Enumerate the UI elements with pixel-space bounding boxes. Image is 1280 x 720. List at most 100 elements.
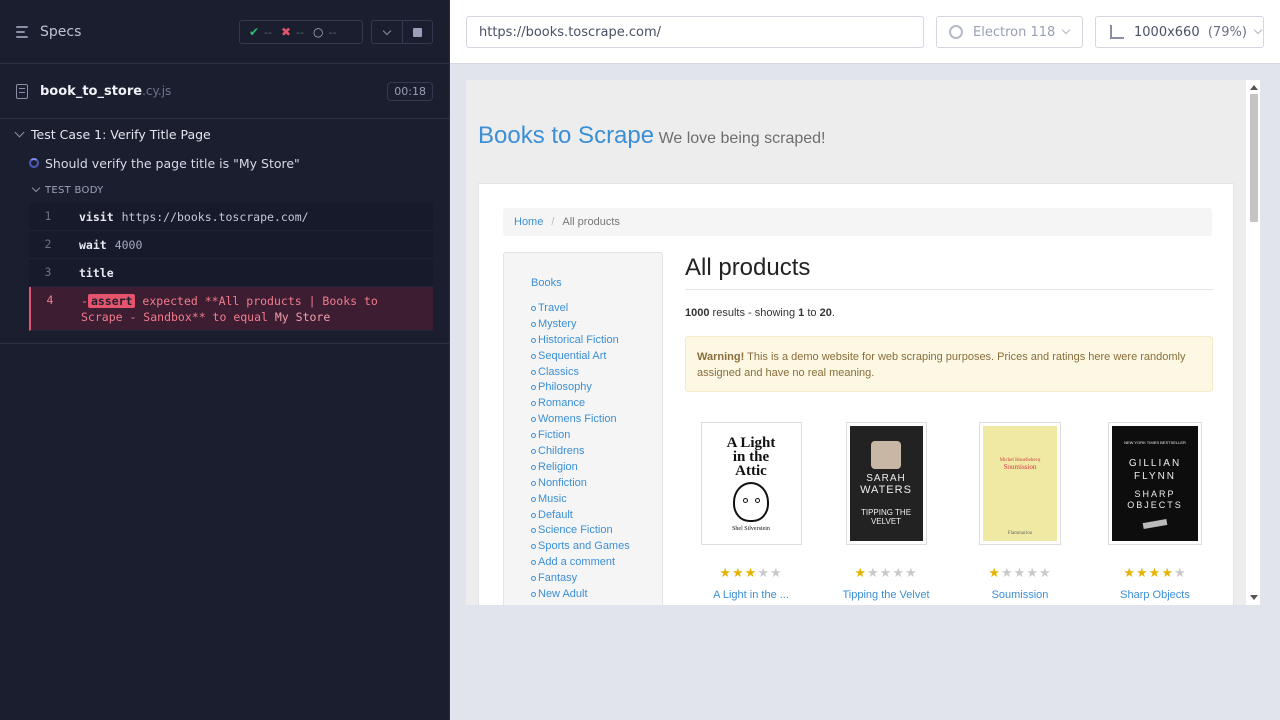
star-icon: ★ xyxy=(1161,565,1174,580)
url-bar[interactable]: https://books.toscrape.com/ xyxy=(466,16,924,48)
category-link[interactable]: Historical Fiction xyxy=(531,333,630,349)
electron-icon xyxy=(949,25,963,39)
specs-menu-icon[interactable] xyxy=(16,25,32,38)
passed-stat: ✔ -- xyxy=(249,25,273,39)
page-scrollbar[interactable] xyxy=(1246,80,1260,605)
command-name: title xyxy=(79,266,114,280)
assert-message: expected **All products | Books to xyxy=(142,294,378,308)
scrollbar-thumb[interactable] xyxy=(1250,94,1258,222)
stop-button[interactable] xyxy=(403,21,433,43)
command-log: 1 visit https://books.toscrape.com/ 2 wai… xyxy=(29,203,433,331)
product-card: A Light in the Attic Shel Silverstein ★★… xyxy=(691,422,811,601)
test-row[interactable]: Should verify the page title is "My Stor… xyxy=(0,149,449,177)
star-icon: ★ xyxy=(1013,565,1027,580)
scroll-up-arrow-icon[interactable] xyxy=(1250,85,1258,90)
suite-title: Test Case 1: Verify Title Page xyxy=(31,126,211,142)
specs-title[interactable]: Specs xyxy=(40,24,81,40)
document-icon xyxy=(16,83,28,99)
category-link[interactable]: Add a comment xyxy=(531,555,630,571)
scroll-down-arrow-icon[interactable] xyxy=(1250,595,1258,600)
command-row[interactable]: 2 wait 4000 xyxy=(29,231,433,259)
category-link[interactable]: Mystery xyxy=(531,317,630,333)
page-title: All products xyxy=(685,252,1213,290)
book-cover-image[interactable]: SARAH WATERS TIPPING THE VELVET xyxy=(845,422,927,545)
category-link[interactable]: Fiction xyxy=(531,428,630,444)
category-link[interactable]: Religion xyxy=(531,460,630,476)
spec-file-extension: .cy.js xyxy=(142,84,172,98)
product-title-link[interactable]: Soumission xyxy=(960,589,1080,601)
category-link[interactable]: Philosophy xyxy=(531,380,630,396)
ruler-icon xyxy=(1110,25,1124,39)
product-title-link[interactable]: Tipping the Velvet xyxy=(826,589,946,601)
category-link[interactable]: Science Fiction xyxy=(531,523,630,539)
site-tagline: We love being scraped! xyxy=(658,130,826,147)
star-rating: ★★★★★ xyxy=(960,565,1080,581)
reporter-panel: Specs ✔ -- ✖ -- ○ -- book_to_store .cy.j… xyxy=(0,0,450,720)
star-icon: ★ xyxy=(867,565,880,580)
star-icon: ★ xyxy=(854,565,868,580)
product-card: SARAH WATERS TIPPING THE VELVET ★★★★★ Ti… xyxy=(826,422,946,601)
book-cover-image[interactable]: A Light in the Attic Shel Silverstein xyxy=(700,422,802,545)
warning-alert: Warning! This is a demo website for web … xyxy=(685,336,1213,392)
spec-file-name: book_to_store xyxy=(40,83,143,99)
category-sidebar: Books Travel Mystery Historical Fiction Seq… xyxy=(503,252,663,605)
category-link[interactable]: Sequential Art xyxy=(531,349,630,365)
browser-selector[interactable]: Electron 118 xyxy=(936,16,1083,48)
star-icon: ★ xyxy=(1038,565,1052,580)
breadcrumb: Home / All products xyxy=(503,208,1212,236)
collapse-chevron-button[interactable] xyxy=(372,21,403,43)
product-card: Michel Houellebecq Soumission Flammarion… xyxy=(960,422,1080,601)
test-body-toggle[interactable]: TEST BODY xyxy=(0,177,449,203)
product-card: NEW YORK TIMES BESTSELLER GILLIAN FLYNN … xyxy=(1095,422,1215,601)
spec-file-row[interactable]: book_to_store .cy.js 00:18 xyxy=(0,64,449,119)
viewport-selector[interactable]: 1000x660 (79%) xyxy=(1095,16,1264,48)
category-link[interactable]: Nonfiction xyxy=(531,476,630,492)
category-link[interactable]: Sports and Games xyxy=(531,539,630,555)
category-link[interactable]: Young Adult xyxy=(538,603,630,605)
suite-row[interactable]: Test Case 1: Verify Title Page xyxy=(0,119,449,149)
category-link[interactable]: Default xyxy=(531,508,630,524)
runner-panel: https://books.toscrape.com/ Electron 118… xyxy=(450,0,1280,720)
category-link[interactable]: Childrens xyxy=(531,444,630,460)
book-cover-image[interactable]: NEW YORK TIMES BESTSELLER GILLIAN FLYNN … xyxy=(1108,422,1202,545)
star-rating: ★★★★★ xyxy=(691,565,811,581)
star-icon: ★ xyxy=(892,565,905,580)
category-link[interactable]: New Adult xyxy=(531,587,630,603)
command-row[interactable]: 1 visit https://books.toscrape.com/ xyxy=(29,203,433,231)
failed-assert-row[interactable]: 4 - assert expected **All products | Book… xyxy=(29,287,433,331)
chevron-down-icon xyxy=(382,26,391,35)
stop-icon xyxy=(412,27,422,37)
category-link[interactable]: Fantasy xyxy=(531,571,630,587)
check-icon: ✔ xyxy=(249,25,260,39)
reporter-header: Specs ✔ -- ✖ -- ○ -- xyxy=(0,0,449,64)
breadcrumb-home-link[interactable]: Home xyxy=(514,216,543,228)
product-title-link[interactable]: A Light in the ... xyxy=(691,589,811,601)
site-header: Books to Scrape We love being scraped! xyxy=(478,122,825,150)
run-controls xyxy=(371,20,433,44)
running-spinner-icon xyxy=(29,158,39,168)
star-icon: ★ xyxy=(1148,565,1162,580)
star-icon: ★ xyxy=(1123,565,1137,580)
test-stats: ✔ -- ✖ -- ○ -- xyxy=(239,20,363,44)
command-name: visit xyxy=(79,210,114,224)
product-title-link[interactable]: Sharp Objects xyxy=(1095,589,1215,601)
command-row[interactable]: 3 title xyxy=(29,259,433,287)
category-link[interactable]: Music xyxy=(531,492,630,508)
star-icon: ★ xyxy=(757,565,770,580)
category-link[interactable]: Romance xyxy=(531,396,630,412)
test-title: Should verify the page title is "My Stor… xyxy=(45,155,300,171)
category-link[interactable]: Womens Fiction xyxy=(531,412,630,428)
category-link[interactable]: Classics xyxy=(531,365,630,381)
app-under-test-frame: Books to Scrape We love being scraped! H… xyxy=(466,80,1260,605)
category-link[interactable]: Travel xyxy=(531,301,630,317)
breadcrumb-current: All products xyxy=(562,216,620,228)
sidebar-books-link[interactable]: Books xyxy=(531,277,562,289)
book-cover-image[interactable]: Michel Houellebecq Soumission Flammarion xyxy=(979,422,1061,545)
site-brand-link[interactable]: Books to Scrape xyxy=(478,122,654,149)
page-container: Home / All products Books Travel Mystery H… xyxy=(478,183,1234,605)
command-name: wait xyxy=(79,238,107,252)
star-icon: ★ xyxy=(879,565,893,580)
razor-blade-graphic xyxy=(1142,518,1168,530)
category-list: Travel Mystery Historical Fiction Sequentia… xyxy=(531,301,630,605)
star-icon: ★ xyxy=(769,565,783,580)
